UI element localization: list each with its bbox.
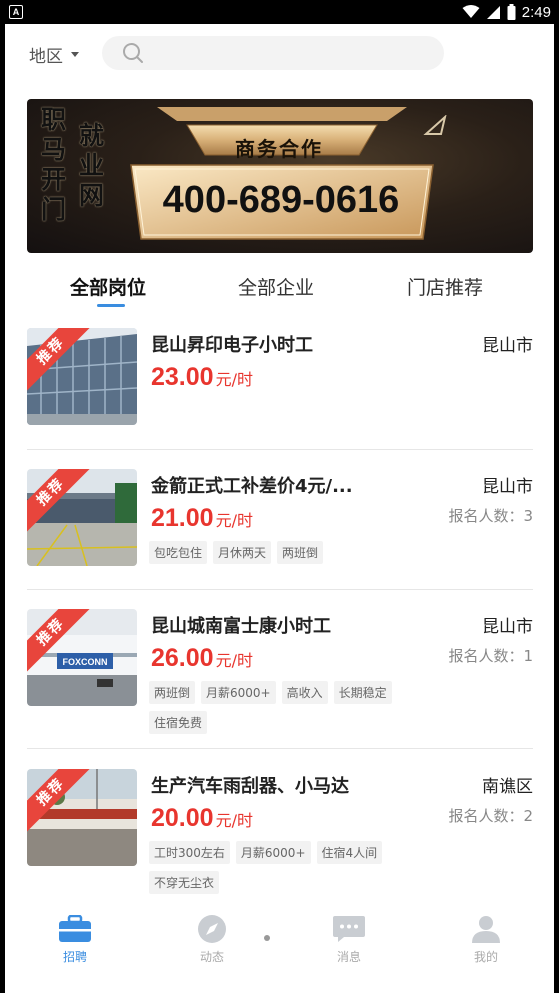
job-tag: 不穿无尘衣 — [149, 871, 220, 894]
app-screen: 地区 职 马 开 门 就 业 网 商务合作 400-689-0616 全部岗位 … — [5, 24, 554, 993]
job-pay: 23.00 元/时 — [151, 363, 253, 392]
job-tag: 住宿4人间 — [316, 841, 383, 864]
nav-label: 招聘 — [62, 950, 87, 964]
pay-amount: 23.00 — [151, 363, 214, 391]
banner-phone-number: 400-689-0616 — [162, 179, 400, 221]
compass-icon — [195, 914, 229, 944]
foxconn-sign: FOXCONN — [63, 657, 108, 667]
job-card[interactable]: 推荐 金箭正式工补差价4元/... 昆山市 21.00 元/时 报名人数：3 包… — [27, 469, 533, 569]
banner-gold-frame — [130, 107, 434, 240]
tab-all-companies[interactable]: 全部企业 — [238, 273, 314, 300]
nav-messages[interactable]: 消息 — [309, 914, 389, 965]
pay-amount: 26.00 — [151, 644, 214, 672]
search-icon — [123, 43, 143, 63]
nav-label: 我的 — [473, 950, 498, 964]
job-title: 金箭正式工补差价4元/... — [151, 476, 353, 497]
region-selector[interactable]: 地区 — [29, 42, 79, 67]
banner-vertical-text-2: 就 业 网 — [79, 121, 105, 210]
caret-down-icon — [71, 52, 79, 57]
job-tags: 工时300左右 月薪6000+ 住宿4人间 不穿无尘衣 — [149, 841, 409, 894]
briefcase-icon — [58, 914, 92, 944]
job-tag: 住宿免费 — [149, 711, 208, 734]
nav-profile[interactable]: 我的 — [446, 914, 526, 965]
job-thumbnail: 推荐 — [27, 769, 137, 866]
pay-unit: 元/时 — [215, 511, 253, 530]
nav-recruit[interactable]: 招聘 — [35, 914, 115, 965]
job-tag: 两班倒 — [149, 681, 196, 704]
pay-amount: 21.00 — [151, 504, 214, 532]
job-card[interactable]: 推荐 昆山昇印电子小时工 昆山市 23.00 元/时 — [27, 328, 533, 428]
category-tabs: 全部岗位 全部企业 门店推荐 — [5, 269, 554, 309]
job-tag: 高收入 — [281, 681, 328, 704]
job-tags: 两班倒 月薪6000+ 高收入 长期稳定 住宿免费 — [149, 681, 409, 734]
job-title: 昆山昇印电子小时工 — [151, 335, 313, 356]
applicant-count: 报名人数：1 — [448, 647, 533, 665]
promo-banner[interactable]: 职 马 开 门 就 业 网 商务合作 400-689-0616 — [27, 99, 533, 253]
applicant-count: 报名人数：2 — [448, 807, 533, 825]
job-card[interactable]: 推荐 生产汽车雨刮器、小马达 南谯区 20.00 元/时 报名人数：2 工时30… — [27, 769, 533, 899]
job-thumbnail: 推荐 — [27, 469, 137, 566]
search-bar[interactable] — [102, 36, 444, 70]
bottom-navigation: 招聘 动态 消息 我的 — [5, 900, 554, 993]
job-title: 昆山城南富士康小时工 — [151, 616, 331, 637]
tab-all-jobs[interactable]: 全部岗位 — [70, 273, 146, 300]
user-icon — [469, 914, 503, 944]
job-tag: 月休两天 — [213, 541, 272, 564]
nav-label: 动态 — [199, 950, 224, 964]
job-tag: 工时300左右 — [149, 841, 230, 864]
list-divider — [27, 449, 533, 450]
job-tags: 包吃包住 月休两天 两班倒 — [149, 541, 409, 564]
nav-label: 消息 — [336, 950, 361, 964]
triangle-decoration-icon — [423, 115, 447, 135]
job-title: 生产汽车雨刮器、小马达 — [151, 776, 349, 797]
job-city: 昆山市 — [482, 336, 533, 356]
job-thumbnail: 推荐 — [27, 328, 137, 425]
pay-unit: 元/时 — [215, 651, 253, 670]
banner-title: 商务合作 — [235, 137, 323, 161]
list-divider — [27, 589, 533, 590]
list-divider — [27, 748, 533, 749]
battery-icon — [507, 4, 516, 20]
job-city: 昆山市 — [482, 477, 533, 497]
job-card[interactable]: FOXCONN 推荐 昆山城南富士康小时工 昆山市 26.00 元/时 报名人数… — [27, 609, 533, 739]
app-notification-icon: A — [9, 5, 23, 19]
region-label: 地区 — [29, 47, 63, 67]
pay-amount: 20.00 — [151, 804, 214, 832]
job-city: 南谯区 — [482, 777, 533, 797]
job-pay: 26.00 元/时 — [151, 644, 253, 673]
job-tag: 长期稳定 — [333, 681, 392, 704]
top-bar: 地区 — [5, 34, 554, 74]
job-thumbnail: FOXCONN 推荐 — [27, 609, 137, 706]
banner-vertical-text-1: 职 马 开 门 — [41, 105, 67, 224]
job-pay: 20.00 元/时 — [151, 804, 253, 833]
job-tag: 两班倒 — [277, 541, 324, 564]
tab-store-recommend[interactable]: 门店推荐 — [407, 273, 483, 300]
job-tag: 包吃包住 — [149, 541, 208, 564]
status-bar: A 2:49 — [0, 0, 559, 24]
job-pay: 21.00 元/时 — [151, 504, 253, 533]
wifi-icon — [462, 5, 480, 18]
job-tag: 月薪6000+ — [235, 841, 311, 864]
pay-unit: 元/时 — [215, 370, 253, 389]
pay-unit: 元/时 — [215, 811, 253, 830]
clock: 2:49 — [521, 3, 551, 21]
search-input[interactable] — [154, 44, 434, 62]
active-tab-indicator — [97, 304, 125, 307]
job-tag: 月薪6000+ — [201, 681, 276, 704]
signal-icon — [486, 5, 500, 19]
nav-feed[interactable]: 动态 — [172, 914, 252, 965]
chat-icon — [332, 914, 366, 944]
home-indicator — [264, 935, 270, 941]
applicant-count: 报名人数：3 — [448, 507, 533, 525]
job-city: 昆山市 — [482, 617, 533, 637]
